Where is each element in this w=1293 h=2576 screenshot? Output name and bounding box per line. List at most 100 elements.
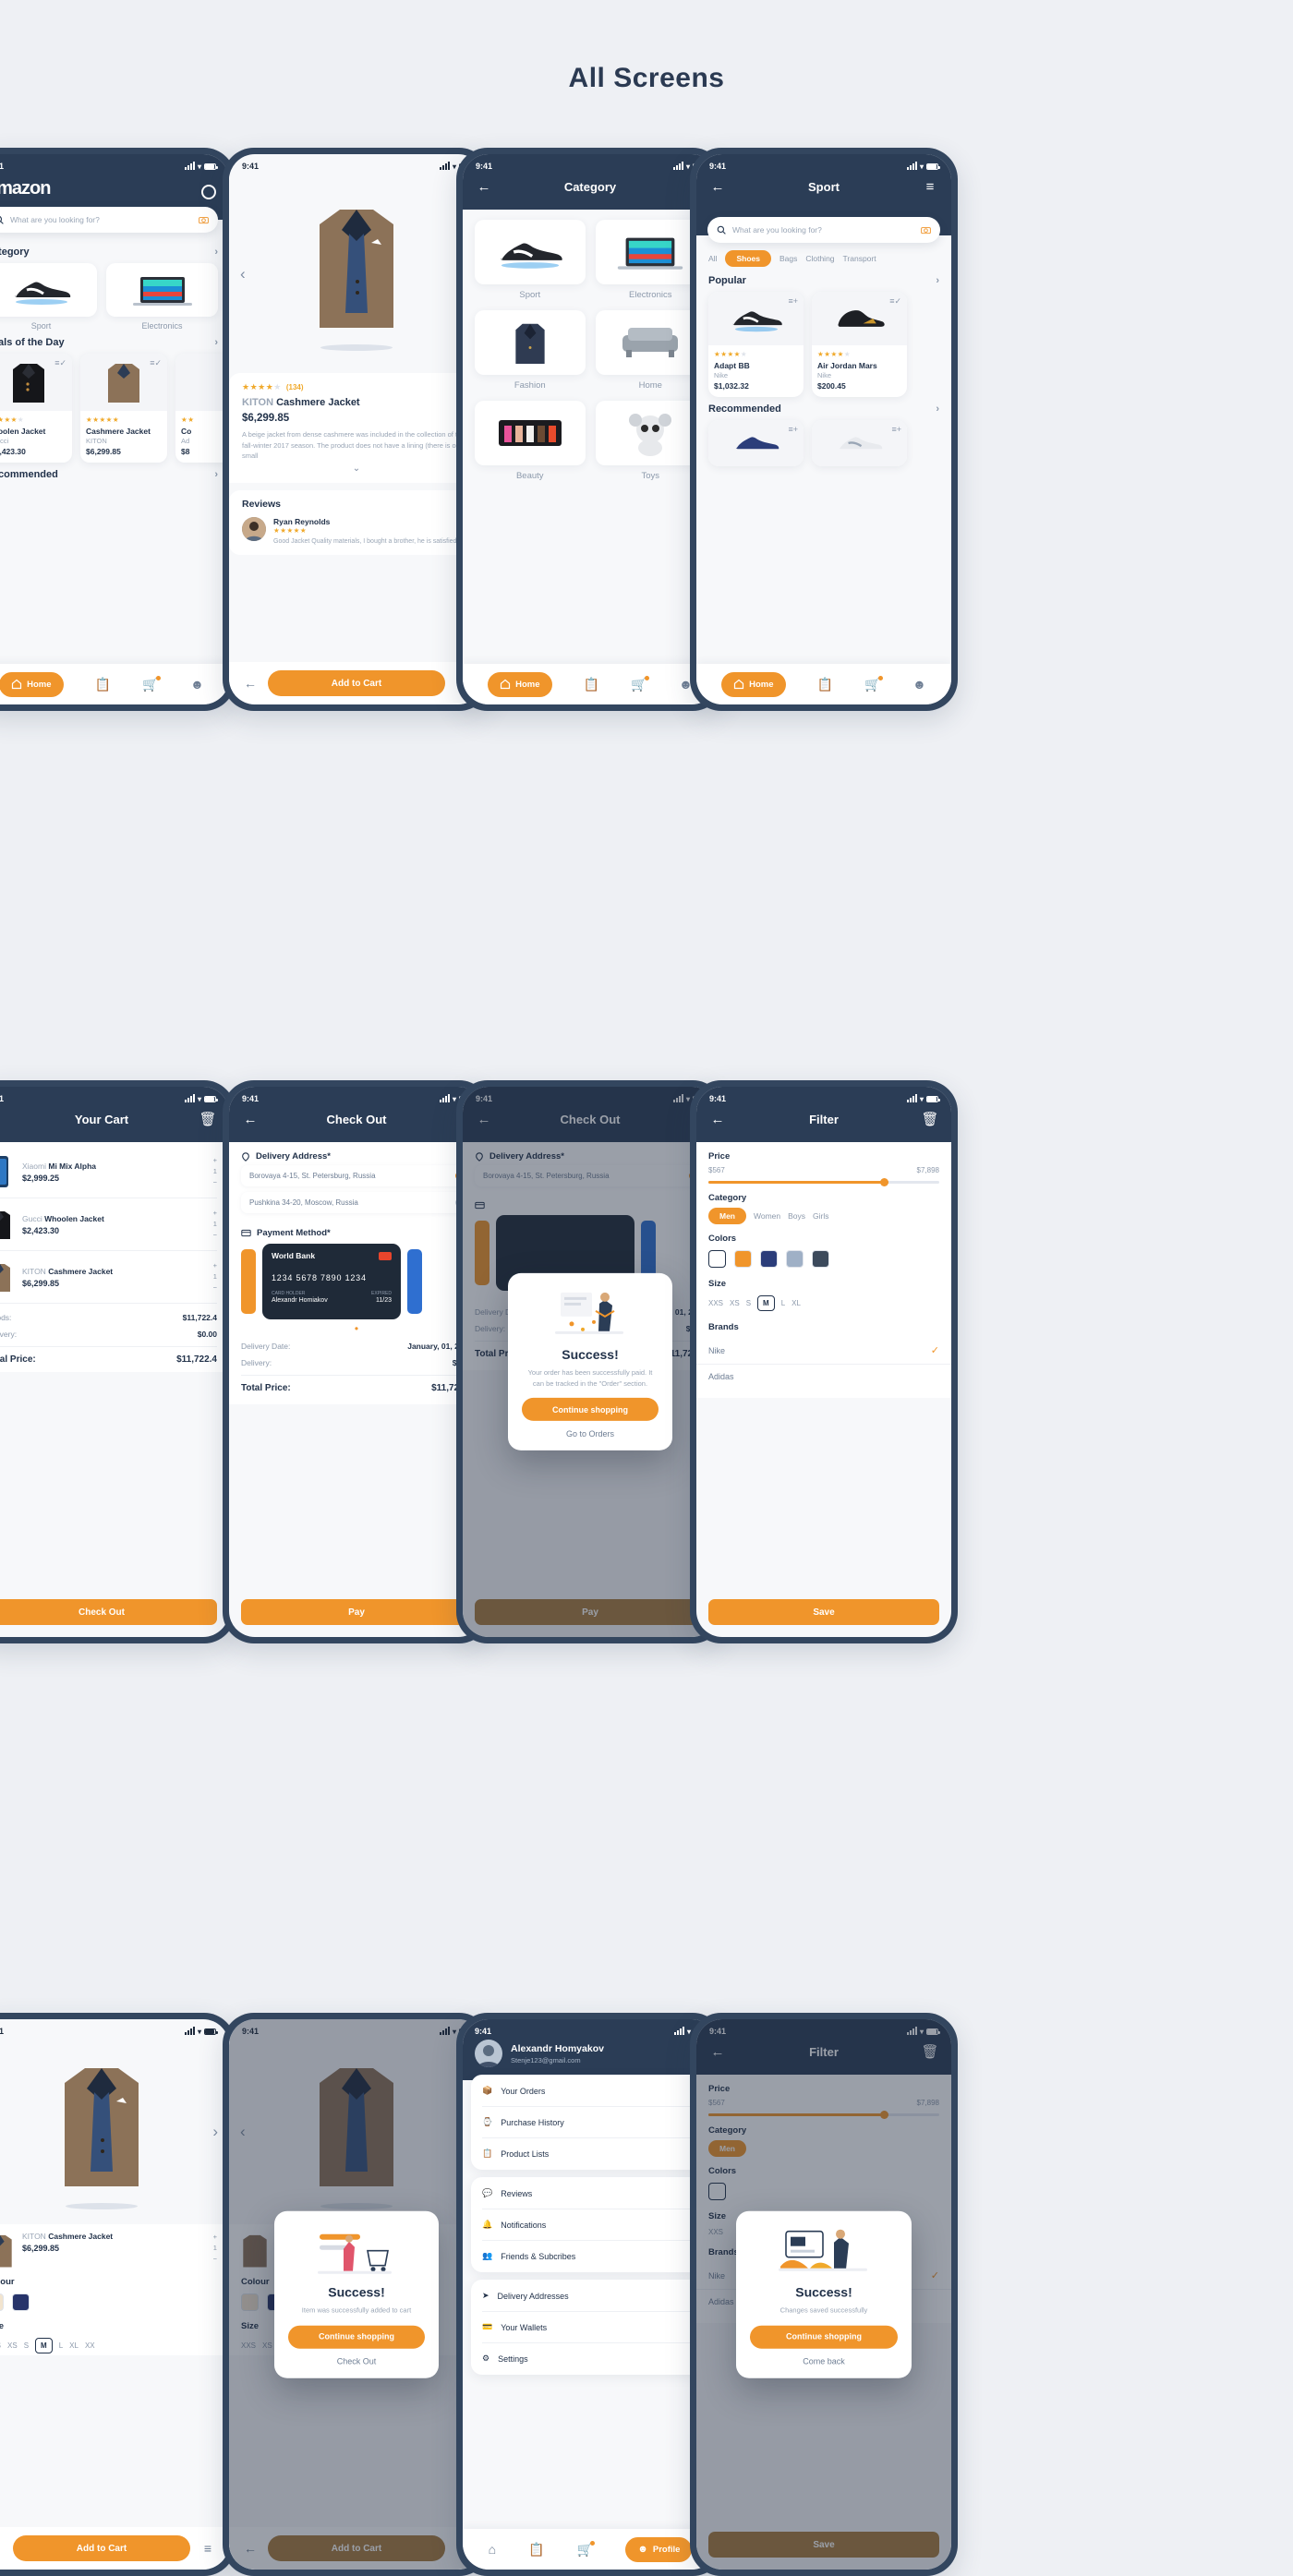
add-to-list-icon[interactable]: ≡✓ — [54, 358, 66, 368]
swatch-dark[interactable] — [812, 1250, 829, 1268]
back-icon[interactable]: ← — [0, 2541, 5, 2556]
price-slider[interactable] — [708, 1178, 939, 1186]
tab-orders[interactable]: 📋 — [528, 2542, 544, 2558]
back-icon[interactable]: ← — [242, 1111, 259, 1127]
menu-item-notifications[interactable]: 🔔Notifications› — [471, 2211, 709, 2238]
add-to-list-icon[interactable]: ≡+ — [891, 425, 901, 434]
expand-description-icon[interactable]: ⌄ — [242, 463, 471, 474]
qty-stepper[interactable]: +1− — [213, 2232, 217, 2265]
add-to-list-icon[interactable]: ≡+ — [788, 296, 798, 306]
size-xxs[interactable]: XXS — [708, 1299, 723, 1307]
back-icon[interactable]: ← — [709, 178, 726, 195]
size-m[interactable]: M — [757, 1295, 775, 1311]
address-option-2[interactable]: Pushkina 34-20, Moscow, Russia — [241, 1192, 472, 1213]
tab-orders[interactable]: 📋 — [95, 677, 111, 692]
check-out-link[interactable]: Check Out — [288, 2356, 425, 2365]
filter-icon[interactable]: ≡ — [922, 178, 938, 195]
carousel-dots[interactable]: • — [229, 1323, 484, 1334]
menu-item-your-orders[interactable]: 📦Your Orders› — [471, 2077, 709, 2104]
address-option-1[interactable]: Borovaya 4-15, St. Petersburg, Russia — [241, 1165, 472, 1186]
card-next[interactable] — [407, 1249, 422, 1314]
add-to-list-icon[interactable]: ≡✓ — [889, 296, 901, 307]
card-prev[interactable] — [241, 1249, 256, 1314]
delete-icon[interactable]: 🗑 — [199, 1111, 216, 1127]
camera-icon[interactable] — [921, 225, 931, 235]
delete-icon[interactable]: 🗑 — [921, 1111, 938, 1127]
chip-shoes[interactable]: Shoes — [725, 250, 771, 267]
pay-button[interactable]: Pay — [241, 1599, 472, 1625]
product-card[interactable]: ≡✓ ★★★★★ Cashmere Jacket KITON $6,299.85 — [80, 354, 167, 463]
product-card[interactable]: ≡✓ ★★★★★ Air Jordan Mars Nike $200.45 — [812, 292, 907, 397]
chevron-right-icon[interactable]: › — [936, 275, 939, 286]
go-to-orders-link[interactable]: Go to Orders — [522, 1429, 659, 1438]
category-card-sport[interactable]: Sport — [0, 263, 97, 331]
continue-shopping-button[interactable]: Continue shopping — [288, 2325, 425, 2349]
swatch-grey[interactable] — [786, 1250, 804, 1268]
menu-item-reviews[interactable]: 💬Reviews› — [471, 2180, 709, 2207]
save-button[interactable]: Save — [708, 1599, 939, 1625]
add-to-list-icon[interactable]: ≡ — [199, 2541, 217, 2556]
slider-knob[interactable] — [880, 1178, 888, 1186]
prev-image-icon[interactable]: ‹ — [240, 265, 246, 283]
back-icon[interactable]: ← — [241, 676, 260, 691]
size-xs[interactable]: XS — [7, 2341, 18, 2350]
tab-cart[interactable]: 🛒 — [631, 675, 649, 692]
continue-shopping-button[interactable]: Continue shopping — [522, 1398, 659, 1422]
tab-cart[interactable]: 🛒 — [142, 675, 161, 692]
size-s[interactable]: S — [24, 2341, 29, 2350]
scan-icon[interactable] — [201, 184, 216, 199]
add-to-list-icon[interactable]: ≡✓ — [150, 358, 162, 368]
product-card[interactable]: ≡✓ ★★★★★ Woolen Jacket Gucci $2,423.30 — [0, 354, 72, 463]
size-m[interactable]: M — [35, 2338, 53, 2353]
add-to-cart-button[interactable]: Add to Cart — [13, 2535, 190, 2561]
tab-cart[interactable]: 🛒 — [864, 675, 883, 692]
product-card[interactable]: ≡+ ★★★★★ Adapt BB Nike $1,032.32 — [708, 292, 804, 397]
category-card-electronics[interactable]: Electronics — [106, 263, 218, 331]
add-to-cart-button[interactable]: Add to Cart — [268, 670, 445, 696]
come-back-link[interactable]: Come back — [750, 2356, 898, 2365]
menu-item-your-wallets[interactable]: 💳Your Wallets⌄ — [471, 2314, 709, 2341]
tab-profile[interactable]: ☻ — [190, 677, 204, 692]
swatch-beige[interactable] — [0, 2293, 4, 2311]
thumbnail-image[interactable] — [0, 2232, 14, 2269]
swatch-navy[interactable] — [12, 2293, 30, 2311]
search-input[interactable]: What are you looking for? — [0, 207, 218, 233]
cart-item-qty[interactable]: +1− — [213, 1208, 217, 1241]
chip-girls[interactable]: Girls — [813, 1211, 828, 1221]
chip-bags[interactable]: Bags — [779, 254, 797, 263]
category-card-sport[interactable]: Sport — [475, 220, 586, 300]
tab-home[interactable]: Home — [0, 671, 64, 697]
menu-item-delivery-addresses[interactable]: ➤Delivery Addresses⌄ — [471, 2282, 709, 2309]
tab-home[interactable]: Home — [488, 671, 552, 697]
swatch-navy[interactable] — [760, 1250, 778, 1268]
brand-nike[interactable]: Nike ✓ — [696, 1337, 951, 1365]
size-s[interactable]: S — [746, 1299, 751, 1307]
add-to-list-icon[interactable]: ≡+ — [788, 425, 798, 434]
cart-item-qty[interactable]: +1− — [213, 1155, 217, 1188]
size-xx[interactable]: XX — [85, 2341, 95, 2350]
menu-item-purchase-history[interactable]: ⌚Purchase History› — [471, 2109, 709, 2136]
payment-card-selected[interactable]: World Bank 1234 5678 7890 1234 CARD HOLD… — [262, 1244, 401, 1319]
chip-boys[interactable]: Boys — [788, 1211, 805, 1221]
size-l[interactable]: L — [781, 1299, 785, 1307]
category-card-beauty[interactable]: Beauty — [475, 401, 586, 481]
chevron-right-icon[interactable]: › — [936, 403, 939, 415]
product-card[interactable]: ≡+ — [812, 420, 907, 466]
tab-profile[interactable]: ☻ Profile — [625, 2536, 693, 2562]
category-card-fashion[interactable]: Fashion — [475, 310, 586, 391]
menu-item-friends[interactable]: 👥Friends & Subcribes› — [471, 2243, 709, 2269]
chip-clothing[interactable]: Clothing — [805, 254, 834, 263]
menu-item-settings[interactable]: ⚙ Settings — [471, 2345, 709, 2372]
avatar[interactable] — [475, 2040, 502, 2067]
size-l[interactable]: L — [59, 2341, 63, 2350]
reviews-header[interactable]: Reviews › — [242, 499, 471, 510]
tab-home[interactable]: ⌂ — [489, 2542, 496, 2557]
brand-adidas[interactable]: Adidas — [696, 1365, 951, 1389]
price-range[interactable]: $567 $7,898 — [696, 1166, 951, 1186]
swatch-white[interactable] — [708, 1250, 726, 1268]
chip-transport[interactable]: Transport — [843, 254, 876, 263]
cart-item-qty[interactable]: +1− — [213, 1260, 217, 1294]
size-xl[interactable]: XL — [792, 1299, 801, 1307]
chevron-right-icon[interactable]: › — [214, 337, 218, 348]
menu-item-product-lists[interactable]: 📋Product Lists› — [471, 2140, 709, 2167]
